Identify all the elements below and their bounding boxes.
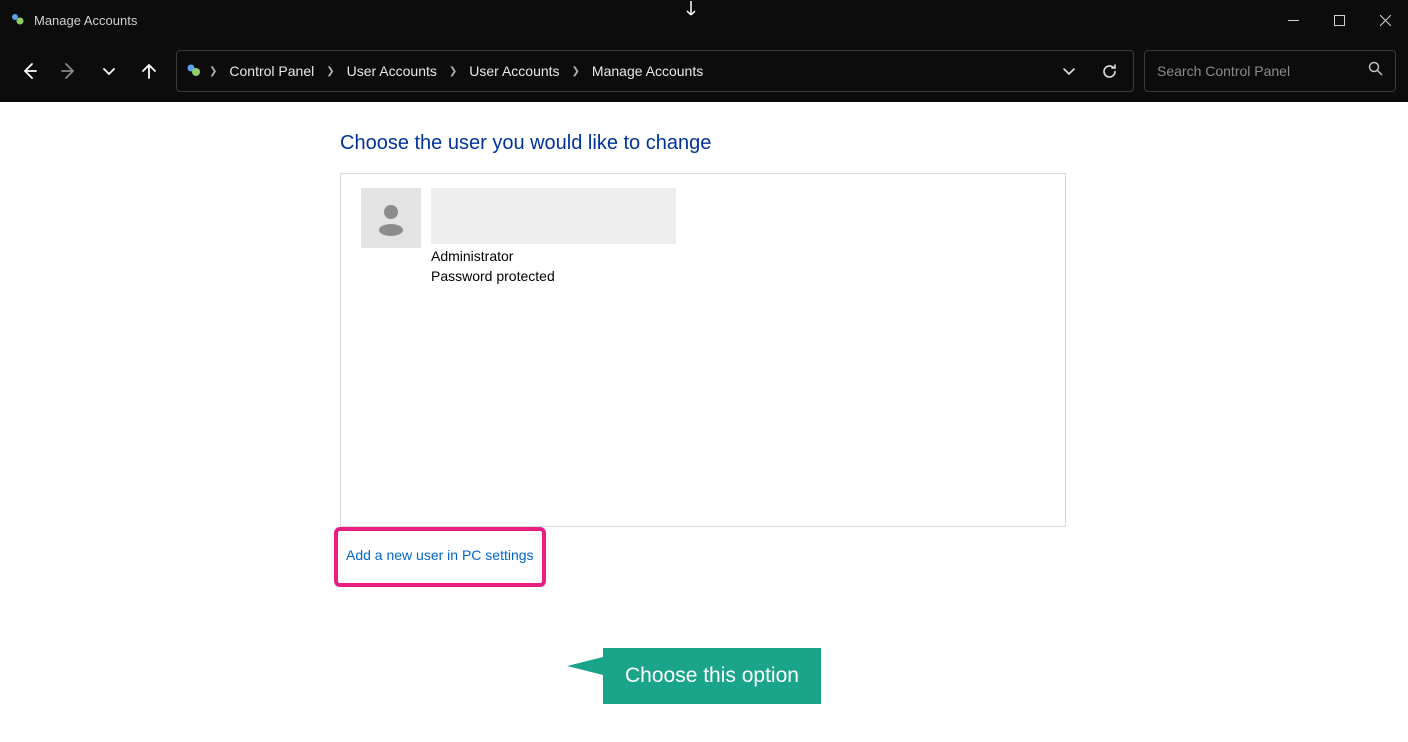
window-controls [1270, 0, 1408, 40]
annotation-arrow-icon [567, 656, 607, 676]
cursor-icon [684, 1, 698, 26]
user-name-redacted [431, 188, 676, 244]
user-card[interactable]: Administrator Password protected [361, 188, 1045, 287]
user-info: Administrator Password protected [431, 188, 676, 287]
breadcrumb-user-accounts-2[interactable]: User Accounts [463, 59, 565, 83]
user-role: Administrator [431, 246, 676, 266]
annotation-callout: Choose this option [603, 648, 821, 704]
refresh-button[interactable] [1093, 55, 1125, 87]
chevron-right-icon[interactable]: ❯ [324, 66, 336, 77]
page-heading: Choose the user you would like to change [340, 132, 1070, 155]
minimize-button[interactable] [1270, 0, 1316, 40]
close-button[interactable] [1362, 0, 1408, 40]
up-button[interactable] [132, 54, 166, 88]
chevron-right-icon[interactable]: ❯ [570, 66, 582, 77]
search-input[interactable] [1157, 63, 1368, 79]
user-avatar-icon [361, 188, 421, 248]
titlebar: Manage Accounts [0, 0, 1408, 40]
address-dropdown-button[interactable] [1053, 55, 1085, 87]
accounts-icon [185, 62, 203, 80]
breadcrumb-user-accounts[interactable]: User Accounts [341, 59, 443, 83]
search-icon[interactable] [1368, 61, 1383, 81]
add-new-user-link[interactable]: Add a new user in PC settings [346, 547, 534, 563]
back-button[interactable] [12, 54, 46, 88]
user-status: Password protected [431, 266, 676, 286]
breadcrumb-manage-accounts[interactable]: Manage Accounts [586, 59, 709, 83]
annotation-callout-text: Choose this option [603, 648, 821, 704]
breadcrumb-control-panel[interactable]: Control Panel [223, 59, 320, 83]
app-icon [10, 12, 26, 28]
maximize-button[interactable] [1316, 0, 1362, 40]
chevron-right-icon[interactable]: ❯ [207, 66, 219, 77]
address-bar[interactable]: ❯ Control Panel ❯ User Accounts ❯ User A… [176, 50, 1134, 92]
user-list-box: Administrator Password protected [340, 173, 1066, 527]
forward-button[interactable] [52, 54, 86, 88]
content-area: Choose the user you would like to change… [0, 102, 1408, 742]
annotation-highlight-box: Add a new user in PC settings [334, 527, 546, 587]
search-box[interactable] [1144, 50, 1396, 92]
window-title: Manage Accounts [34, 13, 137, 28]
toolbar: ❯ Control Panel ❯ User Accounts ❯ User A… [0, 40, 1408, 102]
recent-dropdown-button[interactable] [92, 54, 126, 88]
chevron-right-icon[interactable]: ❯ [447, 66, 459, 77]
